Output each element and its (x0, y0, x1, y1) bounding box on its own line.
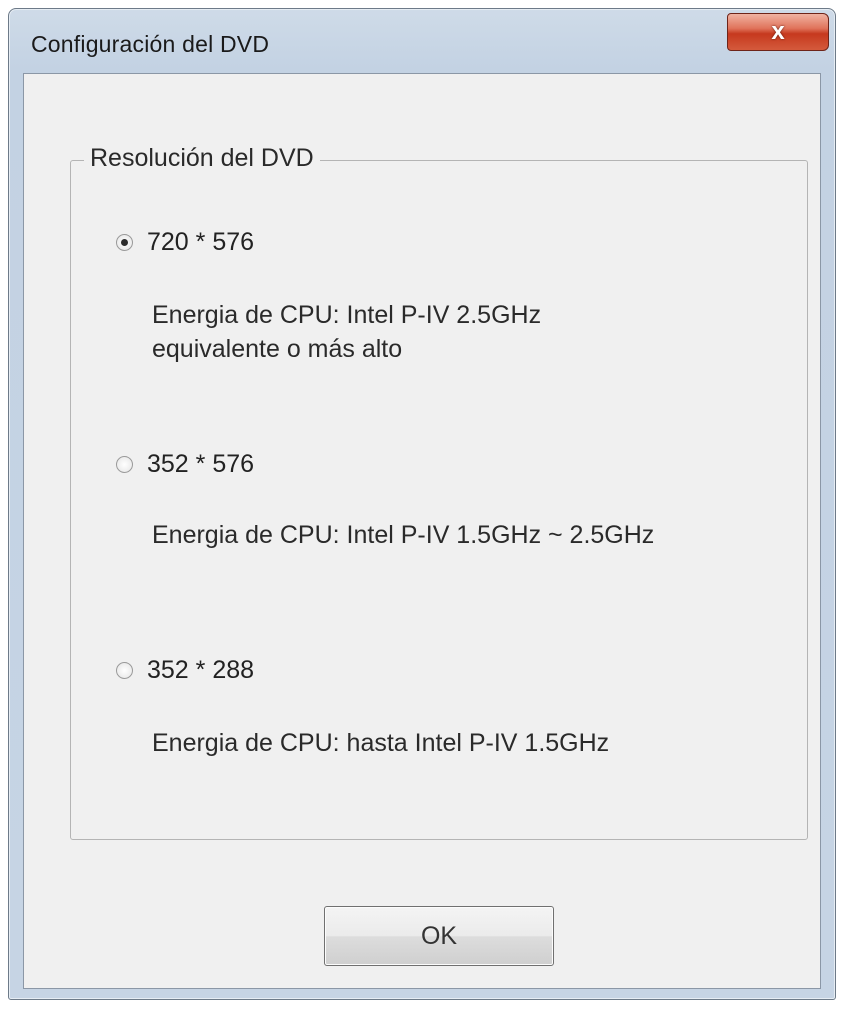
close-icon: x (771, 18, 785, 45)
radio-button-checked[interactable] (116, 234, 133, 251)
radio-label: 352 * 576 (147, 450, 255, 478)
title-bar[interactable]: Configuración del DVD x (9, 9, 835, 75)
ok-button[interactable]: OK (324, 906, 554, 966)
option-description: Energia de CPU: Intel P-IV 2.5GHz equiva… (152, 298, 541, 366)
groupbox-legend: Resolución del DVD (84, 144, 320, 173)
option-description: Energia de CPU: Intel P-IV 1.5GHz ~ 2.5G… (152, 518, 654, 552)
option-description: Energia de CPU: hasta Intel P-IV 1.5GHz (152, 726, 609, 760)
description-line: equivalente o más alto (152, 335, 403, 363)
radio-option-352x288[interactable]: 352 * 288 (116, 656, 254, 685)
window-title: Configuración del DVD (31, 31, 270, 57)
radio-option-720x576[interactable]: 720 * 576 (116, 228, 254, 257)
description-line: Energia de CPU: Intel P-IV 2.5GHz (152, 301, 542, 329)
close-button[interactable]: x (727, 13, 829, 51)
description-line: Energia de CPU: hasta Intel P-IV 1.5GHz (152, 729, 610, 757)
radio-option-352x576[interactable]: 352 * 576 (116, 450, 254, 479)
radio-label: 720 * 576 (147, 228, 255, 256)
dialog-window: Configuración del DVD x Resolución del D… (8, 8, 836, 1000)
dialog-content: Resolución del DVD 720 * 576 Energia de … (23, 73, 821, 989)
radio-button[interactable] (116, 456, 133, 473)
radio-label: 352 * 288 (147, 656, 255, 684)
description-line: Energia de CPU: Intel P-IV 1.5GHz ~ 2.5G… (152, 521, 655, 549)
radio-button[interactable] (116, 662, 133, 679)
